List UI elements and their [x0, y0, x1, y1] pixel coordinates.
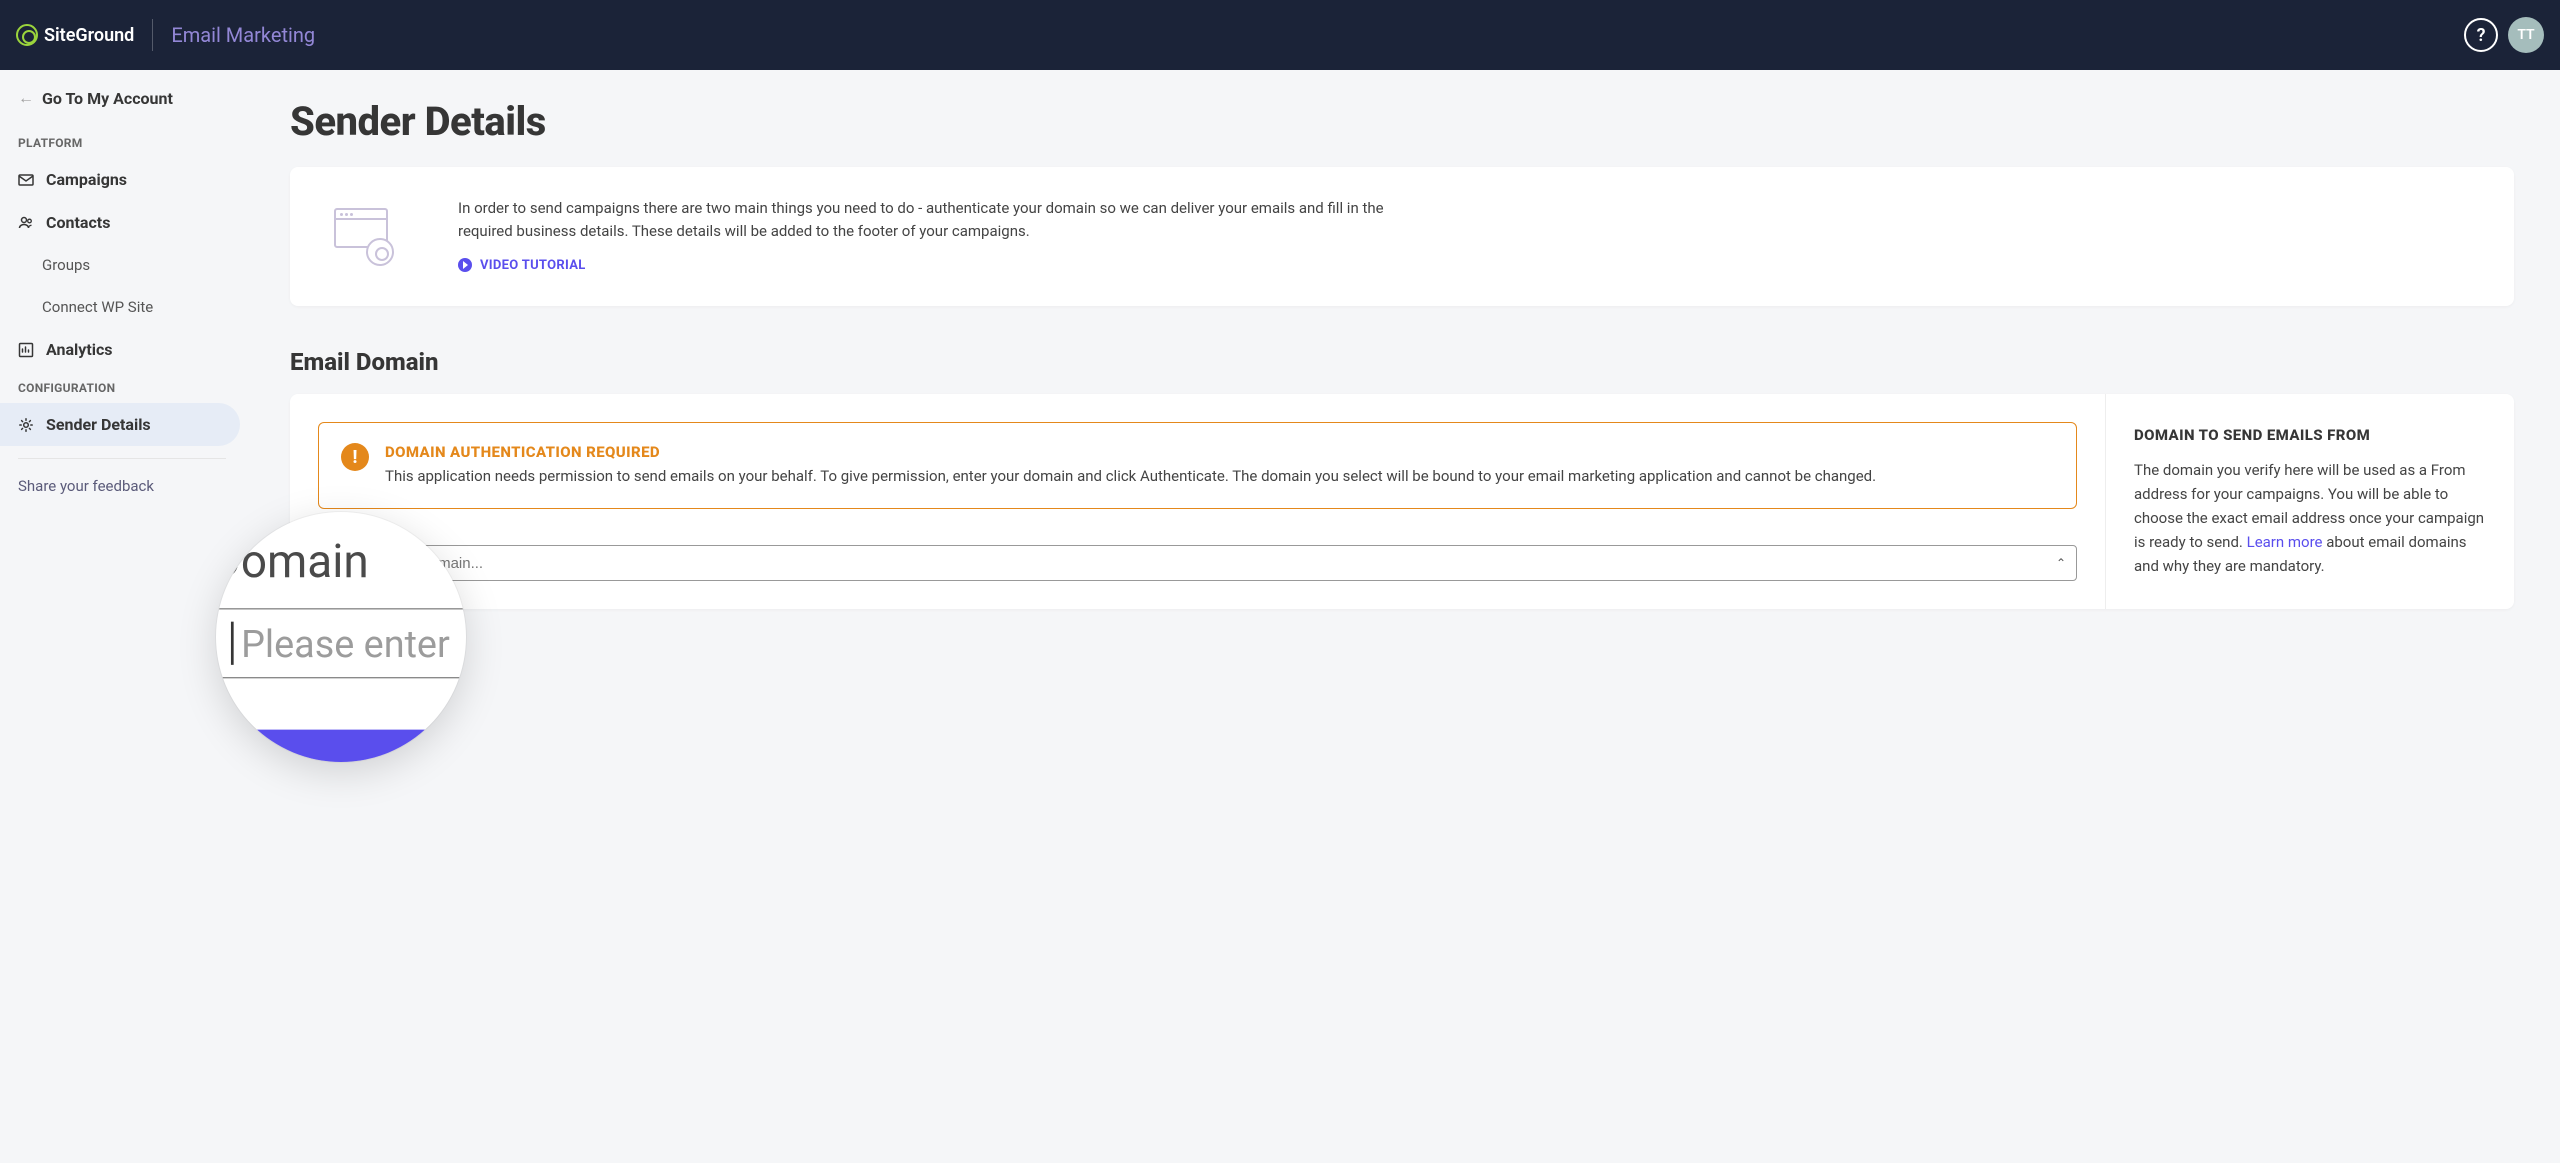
sidebar-item-label: Campaigns	[46, 170, 127, 189]
video-tutorial-link[interactable]: VIDEO TUTORIAL	[458, 258, 586, 273]
feedback-link[interactable]: Share your feedback	[0, 471, 244, 501]
sidebar-item-campaigns[interactable]: Campaigns	[0, 158, 244, 201]
learn-more-link[interactable]: Learn more	[2247, 533, 2323, 551]
domain-left-panel: ! DOMAIN AUTHENTICATION REQUIRED This ap…	[290, 394, 2106, 609]
logo-text: SiteGround	[44, 25, 134, 46]
sidebar-item-sender-details[interactable]: Sender Details	[0, 403, 240, 446]
domain-auth-alert: ! DOMAIN AUTHENTICATION REQUIRED This ap…	[318, 422, 2077, 509]
magnifier-domain-input: Please enter	[216, 608, 466, 678]
sidebar: ← Go To My Account PLATFORM Campaigns Co…	[0, 70, 244, 637]
logo-icon	[16, 24, 38, 46]
page-title: Sender Details	[290, 98, 2514, 145]
right-panel-heading: DOMAIN TO SEND EMAILS FROM	[2134, 426, 2486, 444]
back-to-account-link[interactable]: ← Go To My Account	[0, 88, 244, 126]
right-panel-text: The domain you verify here will be used …	[2134, 458, 2486, 578]
intro-card: In order to send campaigns there are two…	[290, 167, 2514, 306]
sidebar-item-connect-wp[interactable]: Connect WP Site	[0, 286, 244, 328]
section-label-platform: PLATFORM	[0, 126, 244, 158]
sidebar-item-label: Connect WP Site	[42, 298, 153, 316]
section-label-configuration: CONFIGURATION	[0, 371, 244, 403]
help-button[interactable]: ?	[2464, 18, 2498, 52]
main-content: Sender Details In order to send campaign…	[244, 70, 2560, 637]
envelope-icon	[18, 172, 34, 188]
sidebar-item-label: Contacts	[46, 213, 110, 232]
gear-icon	[18, 417, 34, 433]
header-right: ? TT	[2464, 17, 2544, 53]
alert-title: DOMAIN AUTHENTICATION REQUIRED	[385, 443, 1876, 461]
sidebar-item-label: Analytics	[46, 340, 113, 359]
chevron-up-icon: ⌃	[2056, 556, 2066, 570]
back-link-label: Go To My Account	[42, 89, 173, 108]
alert-body: DOMAIN AUTHENTICATION REQUIRED This appl…	[385, 443, 1876, 488]
sidebar-item-analytics[interactable]: Analytics	[0, 328, 244, 371]
arrow-left-icon: ←	[18, 88, 34, 108]
header-divider	[152, 19, 153, 51]
domain-combobox[interactable]: ⌃	[318, 545, 2077, 581]
domain-input[interactable]	[333, 555, 2056, 572]
sidebar-divider	[18, 458, 226, 459]
brand-logo[interactable]: SiteGround	[16, 24, 134, 46]
intro-text: In order to send campaigns there are two…	[458, 197, 1438, 244]
sidebar-item-contacts[interactable]: Contacts	[0, 201, 244, 244]
email-domain-card: ! DOMAIN AUTHENTICATION REQUIRED This ap…	[290, 394, 2514, 609]
product-name: Email Marketing	[171, 23, 315, 47]
settings-illustration-icon	[330, 208, 402, 266]
alert-text: This application needs permission to sen…	[385, 465, 1876, 488]
sidebar-item-label: Sender Details	[46, 415, 151, 434]
top-header: SiteGround Email Marketing ? TT	[0, 0, 2560, 70]
magnifier-authenticate-button	[216, 730, 466, 762]
sidebar-item-groups[interactable]: Groups	[0, 244, 244, 286]
header-left: SiteGround Email Marketing	[16, 19, 315, 51]
video-link-label: VIDEO TUTORIAL	[480, 258, 586, 273]
people-icon	[18, 215, 34, 231]
warning-icon: !	[341, 443, 369, 471]
magnifier-placeholder: Please enter	[241, 621, 450, 666]
sidebar-item-label: Groups	[42, 256, 90, 274]
intro-content: In order to send campaigns there are two…	[458, 197, 1438, 276]
domain-right-panel: DOMAIN TO SEND EMAILS FROM The domain yo…	[2106, 394, 2514, 609]
chart-icon	[18, 342, 34, 358]
avatar[interactable]: TT	[2508, 17, 2544, 53]
email-domain-heading: Email Domain	[290, 348, 2514, 376]
play-icon	[458, 258, 472, 272]
